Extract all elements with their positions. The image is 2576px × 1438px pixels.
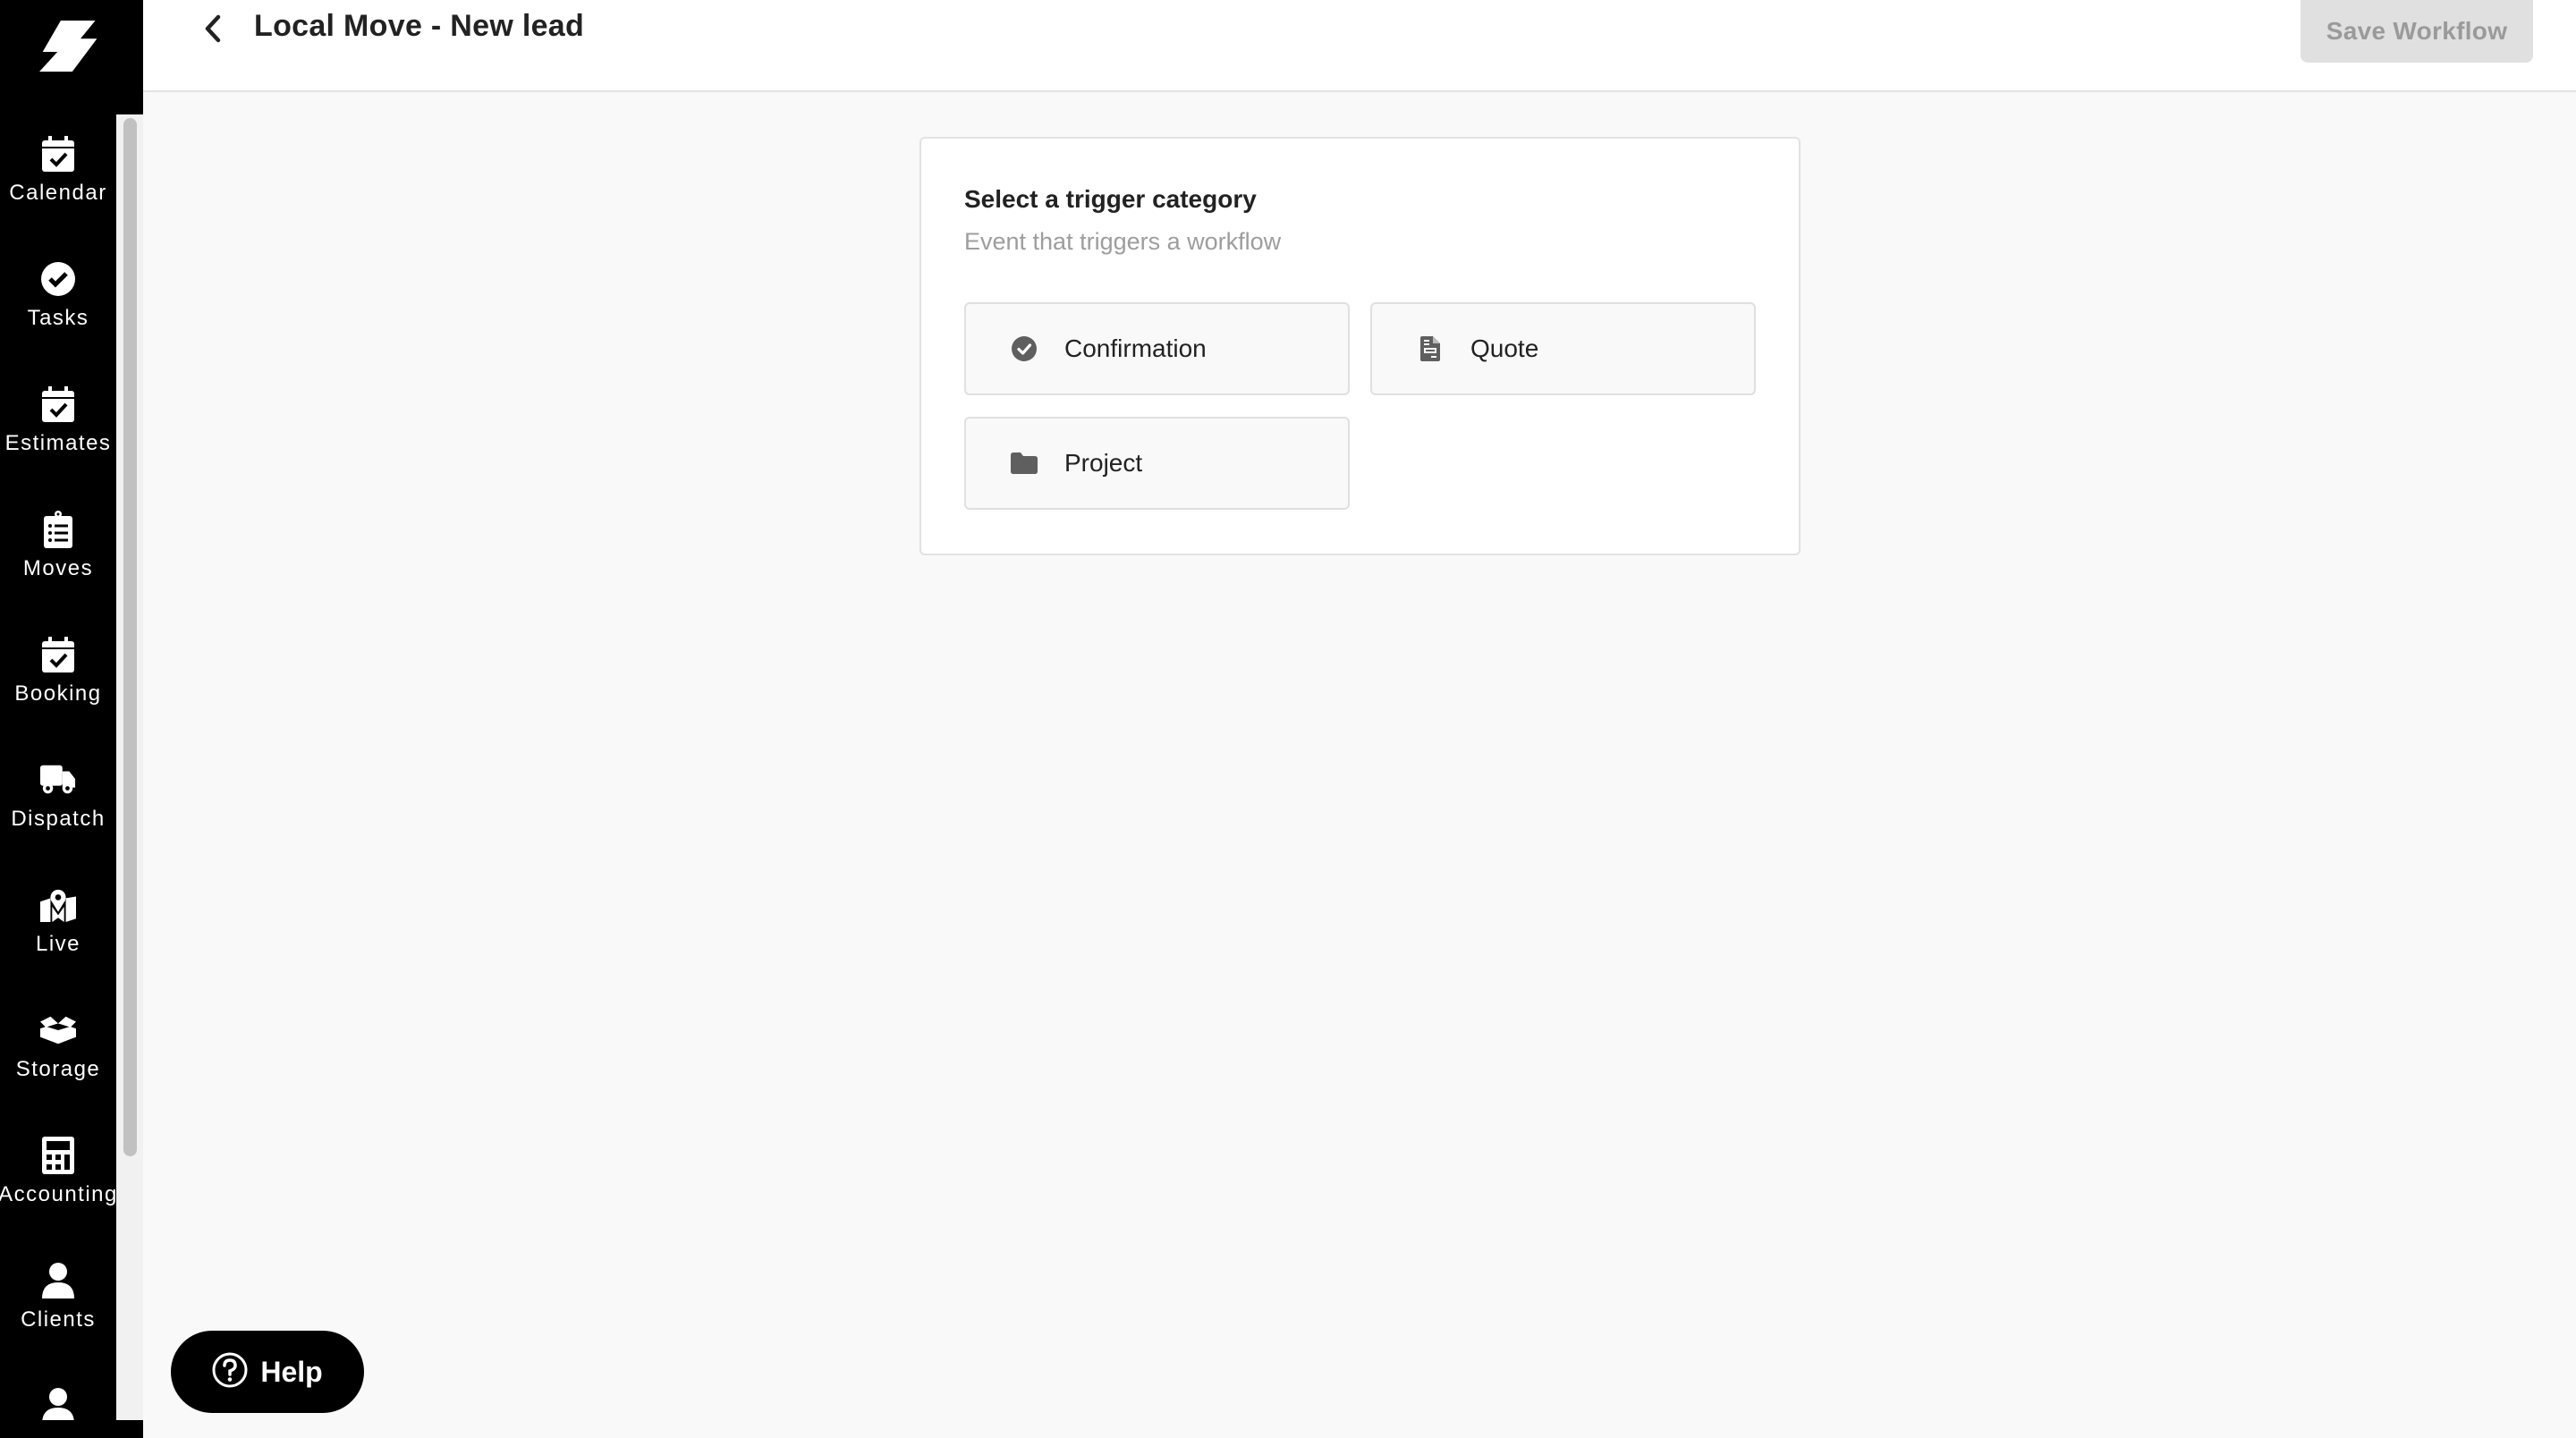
sidebar-item-storage[interactable]: Storage	[0, 991, 116, 1116]
map-pin-icon	[40, 885, 76, 925]
option-label: Confirmation	[1064, 334, 1207, 362]
sidebar-item-user[interactable]	[0, 1366, 116, 1420]
sidebar-item-label: Calendar	[9, 181, 107, 205]
card-subtitle: Event that triggers a workflow	[964, 228, 1282, 255]
help-label: Help	[260, 1355, 323, 1388]
folder-icon	[1009, 448, 1039, 478]
trigger-category-card: Select a trigger category Event that tri…	[919, 137, 1801, 555]
box-open-icon	[40, 1011, 76, 1050]
sidebar: Calendar Tasks Estimates Moves Booking D…	[0, 0, 143, 1438]
user-icon	[40, 1386, 76, 1420]
document-icon	[1415, 334, 1445, 364]
check-circle-icon	[40, 259, 76, 299]
back-button[interactable]	[195, 13, 231, 48]
sidebar-item-tasks[interactable]: Tasks	[0, 240, 116, 365]
sidebar-item-label: Moves	[22, 556, 94, 580]
sidebar-item-booking[interactable]: Booking	[0, 615, 116, 740]
trigger-option-confirmation[interactable]: Confirmation	[964, 302, 1350, 395]
sidebar-item-live[interactable]: Live	[0, 866, 116, 991]
sidebar-nav: Calendar Tasks Estimates Moves Booking D…	[0, 114, 116, 1420]
sidebar-scrollbar-thumb[interactable]	[123, 118, 137, 1156]
sidebar-item-calendar[interactable]: Calendar	[0, 114, 116, 240]
sidebar-item-moves[interactable]: Moves	[0, 490, 116, 615]
sidebar-item-dispatch[interactable]: Dispatch	[0, 740, 116, 866]
option-label: Quote	[1470, 334, 1539, 362]
sidebar-item-label: Booking	[14, 681, 102, 706]
card-title: Select a trigger category	[964, 185, 1257, 213]
sidebar-item-estimates[interactable]: Estimates	[0, 365, 116, 490]
calendar-check-icon	[40, 635, 76, 674]
sidebar-item-label: Estimates	[4, 431, 112, 455]
trigger-option-project[interactable]: Project	[964, 417, 1350, 510]
help-button[interactable]: Help	[171, 1331, 364, 1413]
calendar-check-icon	[40, 134, 76, 173]
check-circle-icon	[1009, 334, 1039, 364]
page-header: Local Move - New lead Save Workflow	[143, 0, 2576, 92]
app-logo[interactable]	[36, 11, 107, 82]
sidebar-item-label: Live	[35, 932, 81, 956]
sidebar-item-clients[interactable]: Clients	[0, 1241, 116, 1366]
sidebar-bottom	[0, 1420, 143, 1438]
sidebar-item-label: Dispatch	[11, 807, 106, 831]
sidebar-item-label: Storage	[15, 1057, 101, 1081]
page-title: Local Move - New lead	[254, 9, 585, 43]
calendar-check-icon	[40, 385, 76, 424]
sidebar-item-label: Clients	[21, 1307, 96, 1332]
chevron-left-icon	[203, 14, 223, 47]
sidebar-item-accounting[interactable]: Accounting	[0, 1116, 116, 1241]
question-circle-icon	[212, 1352, 248, 1392]
clipboard-list-icon	[40, 510, 76, 549]
sidebar-item-label: Tasks	[27, 306, 89, 330]
sidebar-item-label: Accounting	[0, 1182, 116, 1206]
save-workflow-button[interactable]: Save Workflow	[2301, 0, 2533, 63]
trigger-option-quote[interactable]: Quote	[1370, 302, 1756, 395]
option-label: Project	[1064, 449, 1143, 477]
calculator-icon	[40, 1136, 76, 1175]
user-icon	[40, 1261, 76, 1300]
truck-icon	[40, 760, 76, 799]
